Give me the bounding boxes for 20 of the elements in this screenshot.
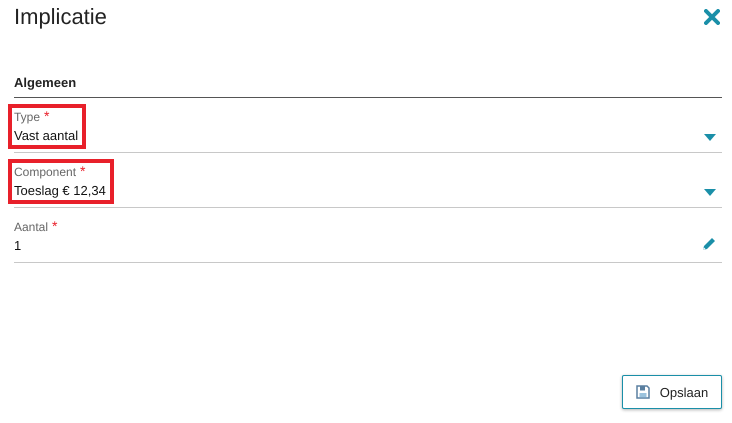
field-label: Aantal <box>14 220 48 234</box>
section-title: Algemeen <box>14 75 722 98</box>
required-mark: * <box>52 220 58 232</box>
field-value: Toeslag € 12,34 <box>14 183 106 198</box>
save-button[interactable]: Opslaan <box>622 375 722 409</box>
pencil-icon <box>702 237 716 251</box>
required-mark: * <box>80 165 86 177</box>
required-mark: * <box>44 110 50 122</box>
form-field[interactable]: Type * Vast aantal <box>14 104 722 153</box>
field-value: Vast aantal <box>14 128 78 143</box>
form-field[interactable]: Aantal * 1 <box>14 214 722 263</box>
dialog-title: Implicatie <box>14 4 107 30</box>
caret-icon <box>704 189 716 196</box>
form-field[interactable]: Component * Toeslag € 12,34 <box>14 159 722 208</box>
close-icon <box>704 9 720 25</box>
field-label: Type <box>14 110 40 124</box>
field-label: Component <box>14 165 76 179</box>
field-value: 1 <box>14 238 22 253</box>
close-button[interactable] <box>704 9 720 25</box>
caret-icon <box>704 134 716 141</box>
